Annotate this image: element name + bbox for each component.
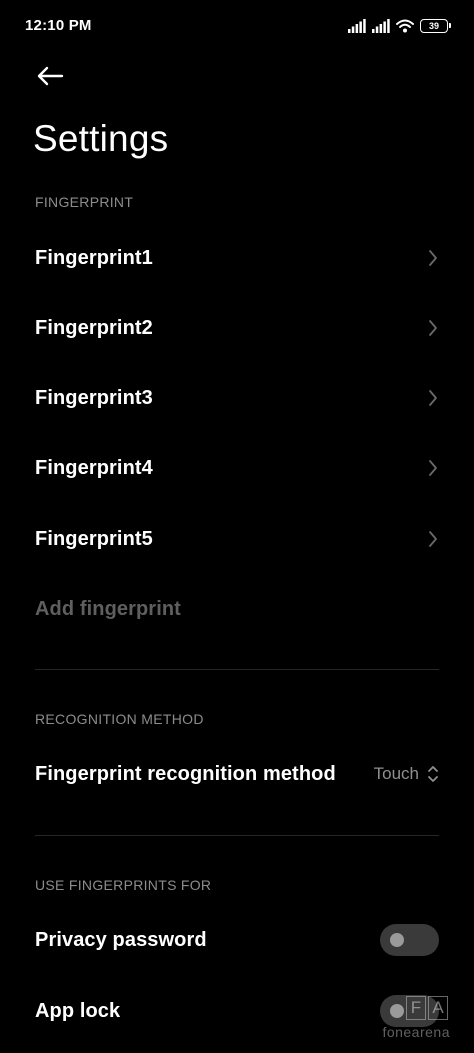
wifi-icon <box>396 19 414 33</box>
fingerprint-item-label: Fingerprint2 <box>35 316 153 339</box>
chevron-right-icon <box>429 531 437 547</box>
fingerprint-item[interactable]: Fingerprint3 <box>0 363 474 433</box>
chevron-up-down-icon <box>428 766 438 782</box>
fingerprint-item[interactable]: Fingerprint1 <box>0 223 474 293</box>
chevron-right-icon <box>429 320 437 336</box>
toggle-knob <box>390 933 404 947</box>
back-arrow-icon <box>37 66 64 86</box>
watermark-letter: A <box>428 996 448 1020</box>
fingerprint-item[interactable]: Fingerprint5 <box>0 504 474 574</box>
watermark-letter: F <box>406 996 426 1020</box>
fingerprint-item[interactable]: Fingerprint2 <box>0 293 474 363</box>
privacy-password-row[interactable]: Privacy password <box>0 905 474 975</box>
battery-level: 39 <box>428 20 439 31</box>
divider <box>35 669 439 670</box>
privacy-password-label: Privacy password <box>35 928 207 951</box>
back-button[interactable] <box>30 58 70 94</box>
fingerprint-item-label: Fingerprint4 <box>35 456 153 479</box>
fingerprint-item-label: Fingerprint5 <box>35 527 153 550</box>
watermark-logo: F A <box>406 996 448 1020</box>
signal-icon <box>372 19 390 33</box>
fingerprint-item-label: Fingerprint1 <box>35 246 153 269</box>
section-header-use-fingerprints: USE FINGERPRINTS FOR <box>35 877 212 893</box>
recognition-method-selector[interactable]: Fingerprint recognition method Touch <box>0 739 474 809</box>
privacy-password-toggle[interactable] <box>380 924 439 956</box>
recognition-method-label: Fingerprint recognition method <box>35 762 336 785</box>
watermark-text: fonearena <box>382 1024 450 1040</box>
section-header-fingerprint: FINGERPRINT <box>35 194 134 210</box>
app-lock-label: App lock <box>35 999 121 1022</box>
section-header-recognition-method: RECOGNITION METHOD <box>35 711 204 727</box>
battery-icon: 39 <box>420 19 451 33</box>
status-time: 12:10 PM <box>25 17 92 34</box>
signal-icon <box>348 19 366 33</box>
recognition-method-value: Touch <box>373 764 419 783</box>
add-fingerprint-label: Add fingerprint <box>35 597 181 620</box>
add-fingerprint-button[interactable]: Add fingerprint <box>0 574 474 644</box>
status-icons: 39 <box>348 16 451 36</box>
chevron-right-icon <box>429 390 437 406</box>
chevron-right-icon <box>429 250 437 266</box>
fingerprint-item-label: Fingerprint3 <box>35 386 153 409</box>
chevron-right-icon <box>429 460 437 476</box>
fingerprint-item[interactable]: Fingerprint4 <box>0 433 474 503</box>
page-title: Settings <box>33 118 169 159</box>
divider <box>35 835 439 836</box>
toggle-knob <box>390 1004 404 1018</box>
status-bar: 12:10 PM 39 <box>0 0 474 54</box>
